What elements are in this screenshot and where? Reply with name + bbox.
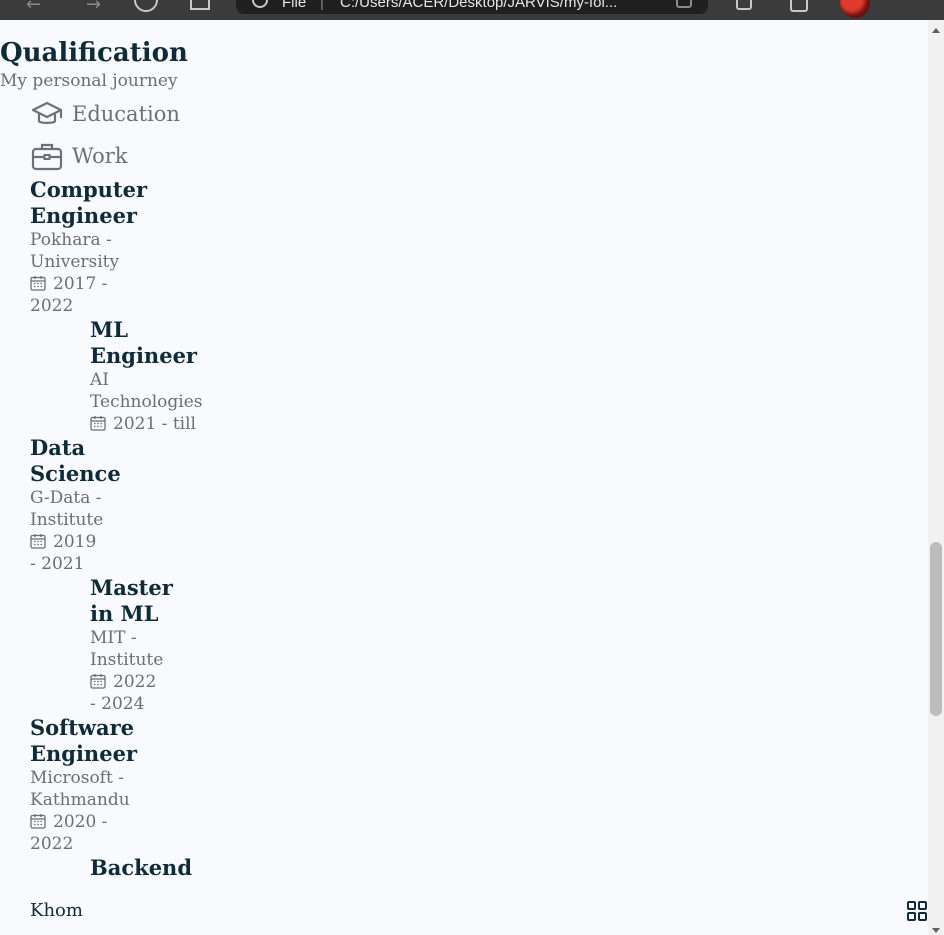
timeline-item-title: Computer Engineer [30, 177, 148, 228]
section-subtitle: My personal journey [0, 71, 178, 91]
scrollbar-thumb[interactable] [930, 542, 942, 716]
timeline-item: Computer Engineer Pokhara - University 2… [30, 177, 147, 317]
calendar-icon [30, 534, 46, 549]
calendar-icon [90, 416, 106, 431]
calendar-icon [90, 674, 106, 689]
timeline-item-title: Data Science [30, 435, 121, 486]
favorites-icon[interactable] [736, 0, 752, 10]
address-url[interactable]: C:/Users/ACER/Desktop/JARVIS/my-fol... [340, 0, 650, 11]
timeline-item-subtitle: MIT - Institute [90, 628, 164, 670]
tab-education-label: Education [72, 102, 180, 126]
collections-icon[interactable] [790, 0, 808, 12]
grid-icon[interactable] [906, 900, 928, 922]
timeline-item: Backend [90, 855, 192, 881]
info-icon[interactable] [252, 0, 268, 8]
timeline-item: Software Engineer Microsoft - Kathmandu … [30, 715, 137, 855]
timeline-item-title: Software Engineer [30, 715, 137, 766]
scroll-up-arrow-icon[interactable] [932, 28, 940, 33]
tab-education[interactable]: Education [30, 97, 180, 131]
browser-toolbar: ← → File | C:/Users/ACER/Desktop/JARVIS/… [0, 0, 944, 20]
timeline-item: ML Engineer AI Technologies 2021 - till [90, 317, 203, 435]
graduation-cap-icon [31, 101, 63, 124]
briefcase-icon [31, 143, 63, 171]
address-scheme: File [282, 0, 307, 11]
timeline-item-subtitle: G-Data - Institute [30, 488, 104, 530]
timeline-item-subtitle: AI Technologies [90, 370, 203, 412]
tab-work-label: Work [72, 144, 128, 168]
profile-avatar[interactable] [840, 0, 870, 18]
timeline-item-subtitle: Microsoft - Kathmandu [30, 768, 130, 810]
timeline-item-title: Master in ML [90, 575, 173, 626]
address-separator: | [320, 0, 324, 11]
timeline-item-date: 2021 - till [90, 413, 203, 435]
timeline-item-date: 2022 - 2024 [90, 672, 157, 714]
back-arrow-icon[interactable]: ← [26, 0, 41, 15]
timeline-item-date: 2020 - 2022 [30, 812, 108, 854]
split-screen-icon[interactable] [190, 0, 210, 10]
timeline-item-date: 2017 - 2022 [30, 274, 108, 316]
nav-logo[interactable]: Khom [30, 900, 83, 921]
scroll-down-arrow-icon[interactable] [932, 928, 940, 933]
timeline-item-subtitle: Pokhara - University [30, 230, 120, 272]
timeline-item: Data Science G-Data - Institute 2019 - 2… [30, 435, 121, 575]
timeline-item-title: Backend [90, 855, 193, 880]
address-bar[interactable]: File | C:/Users/ACER/Desktop/JARVIS/my-f… [236, 0, 708, 14]
timeline-item: Master in ML MIT - Institute 2022 - 2024 [90, 575, 173, 715]
page-scrollbar[interactable] [928, 20, 944, 935]
forward-arrow-icon[interactable]: → [86, 0, 101, 15]
timeline-item-title: ML Engineer [90, 317, 197, 368]
extension-icon[interactable] [676, 0, 692, 8]
calendar-icon [30, 814, 46, 829]
calendar-icon [30, 276, 46, 291]
refresh-icon[interactable] [134, 0, 158, 12]
tab-work[interactable]: Work [30, 139, 128, 173]
timeline-item-date: 2019 - 2021 [30, 532, 97, 574]
section-title: Qualification [0, 38, 188, 68]
